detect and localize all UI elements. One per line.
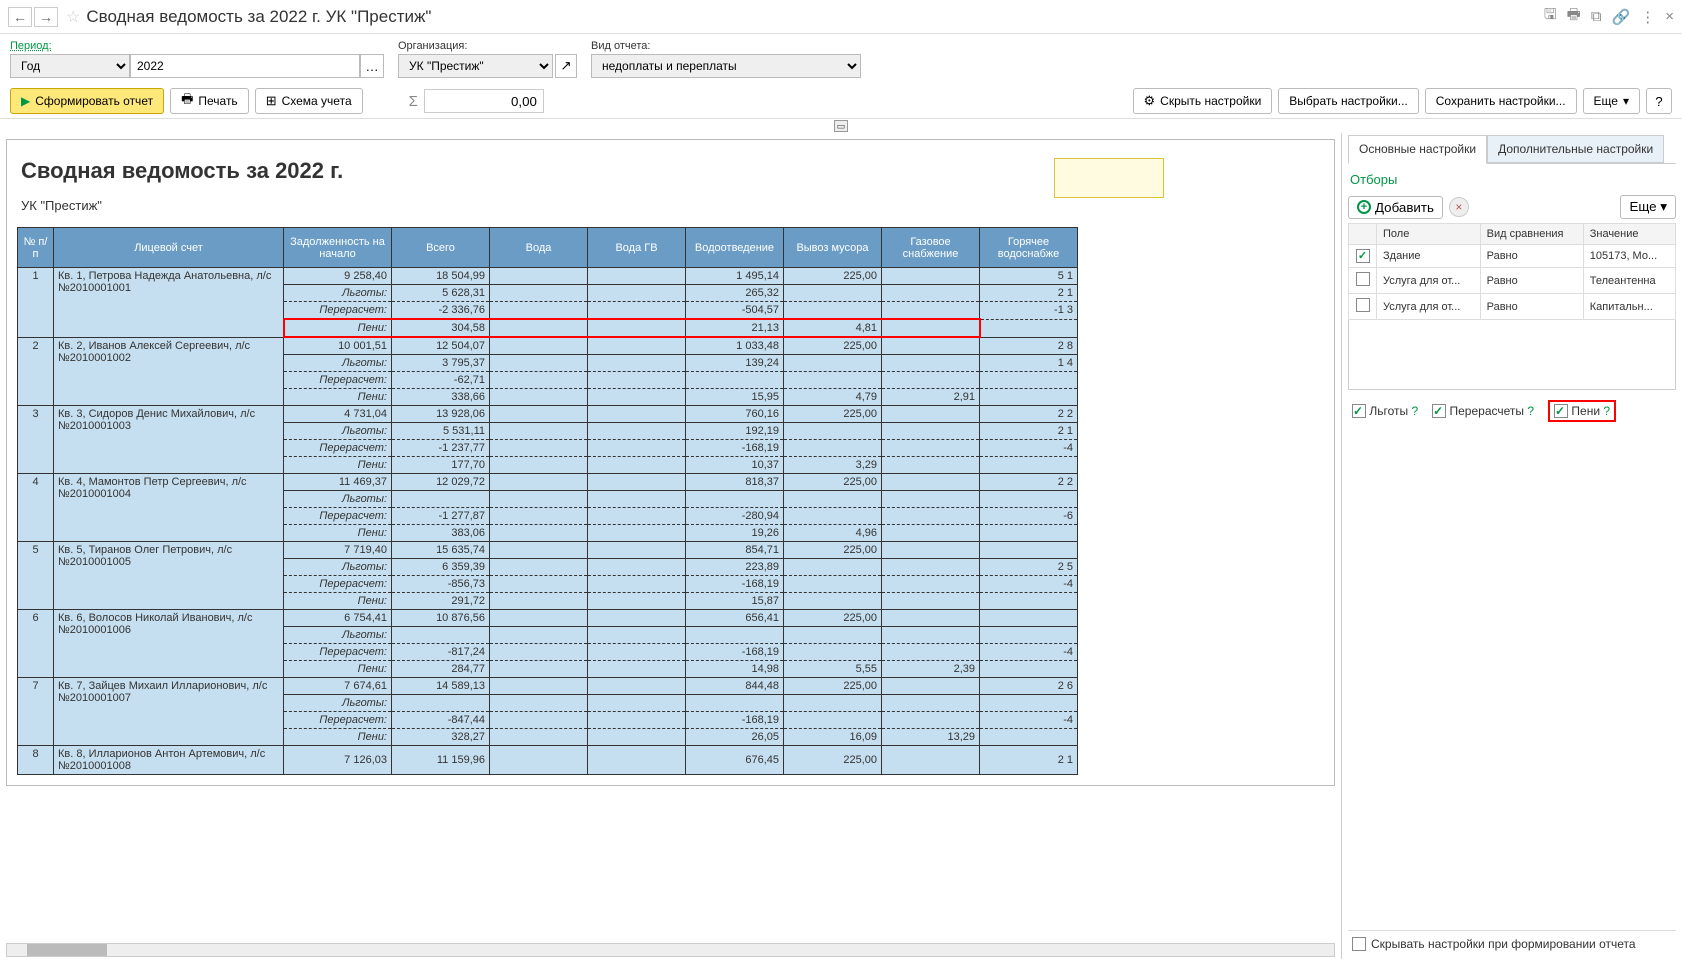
col-gas-header: Газовое снабжение: [882, 228, 980, 268]
splitter: ▭: [0, 119, 1682, 133]
filters-title: Отборы: [1348, 164, 1676, 191]
print-icon[interactable]: 🖶: [1567, 4, 1581, 29]
filter-checkbox[interactable]: [1356, 249, 1370, 263]
report-type-select[interactable]: недоплаты и переплаты: [591, 54, 861, 78]
nav-forward-button[interactable]: →: [34, 7, 58, 27]
settings-pane: Основные настройки Дополнительные настро…: [1342, 133, 1682, 959]
save-icon[interactable]: 🖫: [1544, 4, 1557, 29]
org-label: Организация:: [398, 40, 577, 52]
splitter-handle[interactable]: ▭: [834, 120, 848, 132]
filter-table: Поле Вид сравнения Значение ЗданиеРавно1…: [1348, 223, 1676, 320]
sigma-input[interactable]: [424, 89, 544, 113]
org-select[interactable]: УК "Престиж": [398, 54, 553, 78]
form-row: Период: Год … Организация: УК "Престиж" …: [0, 34, 1682, 84]
table-row[interactable]: 5 Кв. 5, Тиранов Олег Петрович, л/с №201…: [18, 542, 1078, 559]
col-num-header: № п/п: [18, 228, 54, 268]
table-row[interactable]: 3 Кв. 3, Сидоров Денис Михайлович, л/с №…: [18, 406, 1078, 423]
table-row[interactable]: 2 Кв. 2, Иванов Алексей Сергеевич, л/с №…: [18, 337, 1078, 355]
action-toolbar: ▶Сформировать отчет 🖶Печать ⊞Схема учета…: [0, 84, 1682, 119]
check-peni[interactable]: Пени ?: [1554, 404, 1610, 418]
form-report-button[interactable]: ▶Сформировать отчет: [10, 88, 164, 114]
period-clear-button[interactable]: …: [360, 54, 384, 78]
table-row[interactable]: 7 Кв. 7, Зайцев Михаил Илларионович, л/с…: [18, 678, 1078, 695]
more-button[interactable]: Еще ▾: [1583, 88, 1640, 114]
checkbox-icon: [1352, 404, 1366, 418]
col-debt-header: Задолженность на начало: [284, 228, 392, 268]
filter-cmp-header: Вид сравнения: [1480, 224, 1583, 245]
delete-filter-button[interactable]: ×: [1449, 197, 1469, 217]
scheme-button[interactable]: ⊞Схема учета: [255, 88, 363, 114]
sigma-icon: Σ: [409, 93, 418, 110]
plus-icon: +: [1357, 200, 1371, 214]
table-row[interactable]: 1 Кв. 1, Петрова Надежда Анатольевна, л/…: [18, 268, 1078, 285]
period-type-select[interactable]: Год: [10, 54, 130, 78]
filter-row[interactable]: Услуга для от...РавноКапитальн...: [1349, 294, 1676, 320]
report-table: № п/п Лицевой счет Задолженность на нача…: [17, 227, 1078, 775]
hide-on-form-checkbox[interactable]: [1352, 937, 1366, 951]
favorite-star-icon[interactable]: ☆: [66, 7, 80, 27]
report-type-label: Вид отчета:: [591, 40, 861, 52]
col-account-header: Лицевой счет: [54, 228, 284, 268]
print-button[interactable]: 🖶Печать: [170, 88, 249, 114]
filter-row[interactable]: Услуга для от...РавноТелеантенна: [1349, 268, 1676, 294]
inline-checks: Льготы ? Перерасчеты ? Пени ?: [1348, 390, 1676, 432]
close-icon[interactable]: ×: [1665, 8, 1674, 25]
filter-val-header: Значение: [1583, 224, 1675, 245]
col-sewer-header: Водоотведение: [686, 228, 784, 268]
main-area: Сводная ведомость за 2022 г. УК "Престиж…: [0, 133, 1682, 959]
filters-more-button[interactable]: Еще ▾: [1620, 195, 1676, 219]
save-settings-button[interactable]: Сохранить настройки...: [1425, 88, 1577, 114]
filter-check-header: [1349, 224, 1377, 245]
checkbox-icon: [1554, 404, 1568, 418]
col-water-header: Вода: [490, 228, 588, 268]
bottom-check-row: Скрывать настройки при формировании отче…: [1348, 930, 1676, 957]
add-filter-button[interactable]: +Добавить: [1348, 196, 1443, 219]
copy-icon[interactable]: ⧉: [1591, 8, 1602, 25]
org-open-button[interactable]: ↗: [555, 54, 577, 78]
report-pane[interactable]: Сводная ведомость за 2022 г. УК "Престиж…: [0, 133, 1342, 959]
filter-field-header: Поле: [1377, 224, 1481, 245]
filter-checkbox[interactable]: [1356, 272, 1370, 286]
report-subtitle: УК "Престиж": [7, 194, 1334, 227]
printer-icon: 🖶: [181, 90, 193, 112]
checkbox-icon: [1432, 404, 1446, 418]
tab-extra-settings[interactable]: Дополнительные настройки: [1487, 135, 1664, 163]
tree-icon: ⊞: [266, 93, 277, 109]
peni-highlight-box: Пени ?: [1548, 400, 1616, 422]
gear-icon: ⚙: [1144, 93, 1156, 109]
col-water-hot-header: Вода ГВ: [588, 228, 686, 268]
top-bar: ← → ☆ Сводная ведомость за 2022 г. УК "П…: [0, 0, 1682, 34]
settings-tabs: Основные настройки Дополнительные настро…: [1348, 135, 1676, 164]
window-actions: 🖫 🖶 ⧉ 🔗 ⋮ ×: [1544, 4, 1674, 29]
menu-icon[interactable]: ⋮: [1640, 8, 1655, 26]
horizontal-scrollbar[interactable]: [6, 943, 1335, 957]
col-garbage-header: Вывоз мусора: [784, 228, 882, 268]
check-lgoty[interactable]: Льготы ?: [1352, 404, 1418, 418]
check-recalc[interactable]: Перерасчеты ?: [1432, 404, 1534, 418]
report-selection-box: [1054, 158, 1164, 198]
link-icon[interactable]: 🔗: [1612, 8, 1631, 26]
filter-checkbox[interactable]: [1356, 298, 1370, 312]
filter-toolbar: +Добавить × Еще ▾: [1348, 191, 1676, 223]
col-total-header: Всего: [392, 228, 490, 268]
filter-row[interactable]: ЗданиеРавно105173, Мо...: [1349, 245, 1676, 268]
tab-main-settings[interactable]: Основные настройки: [1348, 135, 1487, 164]
period-label: Период:: [10, 40, 384, 52]
table-row[interactable]: 6 Кв. 6, Волосов Николай Иванович, л/с №…: [18, 610, 1078, 627]
table-row[interactable]: 8 Кв. 8, Илларионов Антон Артемович, л/с…: [18, 746, 1078, 775]
filter-empty-area[interactable]: [1348, 320, 1676, 390]
table-row[interactable]: 4 Кв. 4, Мамонтов Петр Сергеевич, л/с №2…: [18, 474, 1078, 491]
period-value-input[interactable]: [130, 54, 360, 78]
choose-settings-button[interactable]: Выбрать настройки...: [1278, 88, 1418, 114]
hide-settings-button[interactable]: ⚙Скрыть настройки: [1133, 88, 1273, 114]
play-icon: ▶: [21, 94, 30, 108]
help-button[interactable]: ?: [1646, 88, 1672, 114]
hide-on-form-label: Скрывать настройки при формировании отче…: [1371, 937, 1636, 951]
col-hot-header: Горячее водоснабже: [980, 228, 1078, 268]
page-title: Сводная ведомость за 2022 г. УК "Престиж…: [86, 7, 1544, 27]
nav-back-button[interactable]: ←: [8, 7, 32, 27]
